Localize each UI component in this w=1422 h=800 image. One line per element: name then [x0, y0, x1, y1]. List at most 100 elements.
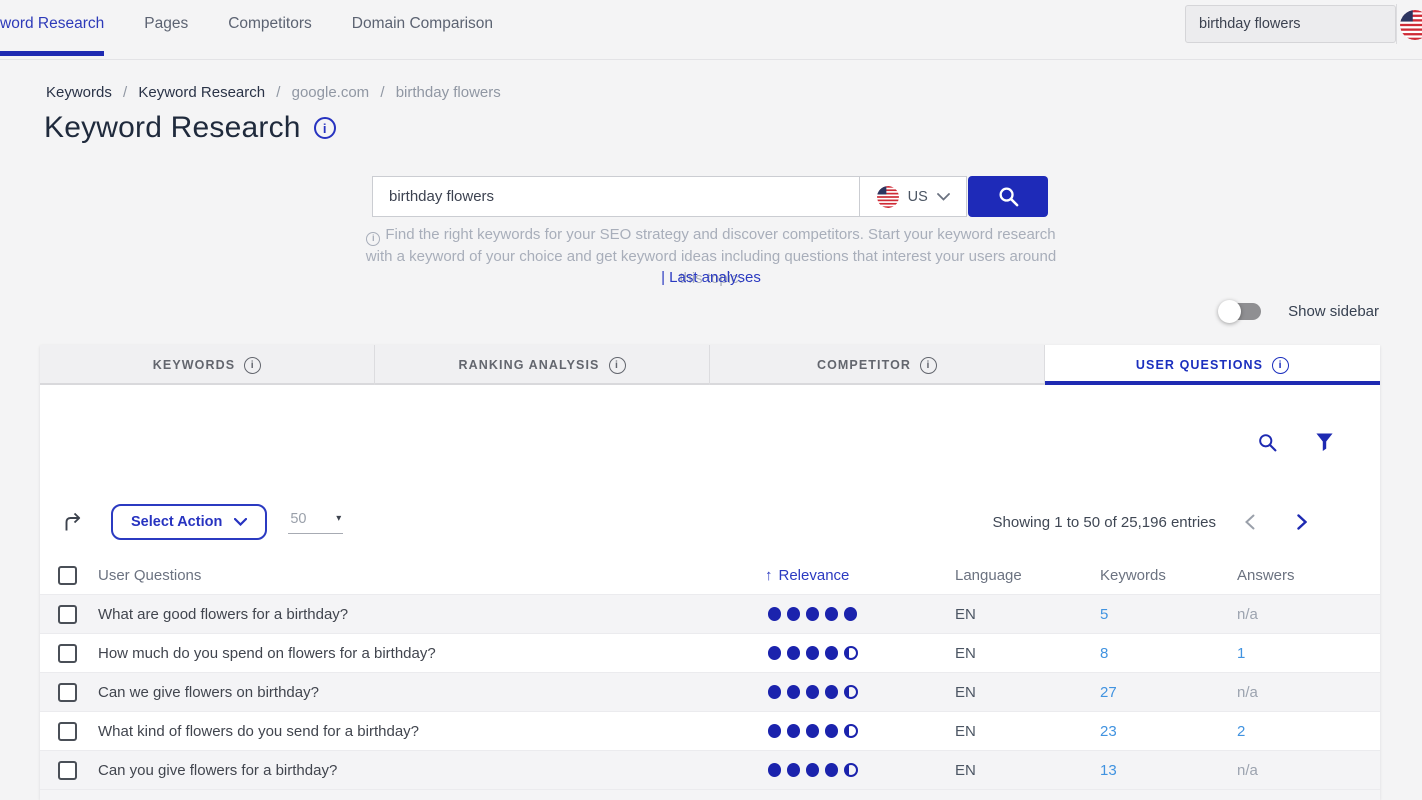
table-search-button[interactable] [1257, 432, 1278, 453]
top-navigation: word Research Pages Competitors Domain C… [0, 0, 1422, 60]
breadcrumb-separator: / [276, 84, 280, 101]
show-sidebar-toggle[interactable] [1221, 303, 1261, 320]
answers-cell: n/a [1237, 762, 1380, 779]
relevance-dot-half-icon [844, 724, 858, 738]
tab-user-questions[interactable]: USER QUESTIONS i [1045, 345, 1380, 385]
partial-next-row [40, 789, 1380, 800]
language-cell: EN [955, 723, 1100, 740]
relevance-dot-filled-icon [825, 607, 838, 621]
keywords-link[interactable]: 23 [1100, 723, 1237, 740]
header-relevance[interactable]: ↑Relevance [765, 567, 955, 584]
language-cell: EN [955, 645, 1100, 662]
title-info-icon[interactable]: i [314, 117, 336, 139]
relevance-dot-filled-icon [825, 763, 838, 777]
relevance-dot-filled-icon [768, 724, 781, 738]
breadcrumb-separator: / [123, 84, 127, 101]
row-checkbox[interactable] [58, 761, 77, 780]
keywords-link[interactable]: 13 [1100, 762, 1237, 779]
row-checkbox[interactable] [58, 605, 77, 624]
breadcrumb-domain[interactable]: google.com [292, 84, 370, 101]
tab-ranking-analysis[interactable]: RANKING ANALYSIS i [375, 345, 710, 385]
relevance-dot-filled-icon [768, 607, 781, 621]
breadcrumb-keyword: birthday flowers [396, 84, 501, 101]
tab-competitor[interactable]: COMPETITOR i [710, 345, 1045, 385]
select-action-dropdown[interactable]: Select Action [111, 504, 267, 540]
next-page-button[interactable] [1290, 514, 1314, 530]
select-action-label: Select Action [131, 514, 222, 530]
nav-search-value: birthday flowers [1199, 16, 1301, 32]
keyword-search-value: birthday flowers [389, 188, 494, 205]
user-questions-table: User Questions ↑Relevance Language Keywo… [40, 556, 1380, 800]
row-checkbox[interactable] [58, 644, 77, 663]
search-icon [997, 185, 1020, 208]
answers-cell[interactable]: 2 [1237, 723, 1380, 740]
sort-up-icon: ↑ [765, 567, 773, 584]
breadcrumb-keywords[interactable]: Keywords [46, 84, 112, 101]
caret-down-icon: ▾ [336, 513, 341, 524]
country-select[interactable]: US [859, 176, 967, 217]
select-all-checkbox[interactable] [58, 566, 77, 585]
table-row: Can you give flowers for a birthday? EN … [40, 750, 1380, 789]
results-panel: KEYWORDS i RANKING ANALYSIS i COMPETITOR… [40, 345, 1380, 800]
breadcrumb: Keywords / Keyword Research / google.com… [46, 84, 501, 101]
relevance-dot-filled-icon [768, 646, 781, 660]
answers-cell[interactable]: 1 [1237, 645, 1380, 662]
info-icon[interactable]: i [1272, 357, 1289, 374]
chevron-down-icon [937, 193, 950, 201]
tab-label: RANKING ANALYSIS [459, 358, 600, 372]
relevance-dot-filled-icon [825, 724, 838, 738]
keywords-link[interactable]: 5 [1100, 606, 1237, 623]
search-button[interactable] [968, 176, 1048, 217]
table-body: What are good flowers for a birthday? EN… [40, 594, 1380, 789]
relevance-dot-filled-icon [787, 685, 800, 699]
relevance-dots [765, 646, 955, 660]
showing-entries-text: Showing 1 to 50 of 25,196 entries [993, 514, 1217, 531]
breadcrumb-keyword-research[interactable]: Keyword Research [138, 84, 265, 101]
relevance-dot-filled-icon [806, 646, 819, 660]
header-keywords[interactable]: Keywords [1100, 567, 1237, 584]
relevance-dot-half-icon [844, 685, 858, 699]
info-icon[interactable]: i [920, 357, 937, 374]
row-checkbox[interactable] [58, 683, 77, 702]
relevance-dots [765, 763, 955, 777]
relevance-dot-filled-icon [806, 763, 819, 777]
language-cell: EN [955, 684, 1100, 701]
page-size-select[interactable]: 50 ▾ [288, 511, 343, 534]
tab-label: KEYWORDS [153, 358, 235, 372]
question-cell: How much do you spend on flowers for a b… [98, 645, 765, 662]
search-icon [1257, 432, 1278, 453]
row-checkbox[interactable] [58, 722, 77, 741]
header-user-questions[interactable]: User Questions [98, 567, 765, 584]
nav-item-domain-comparison[interactable]: Domain Comparison [352, 15, 493, 33]
sidebar-toggle-row: Show sidebar [1221, 303, 1379, 320]
info-icon[interactable]: i [244, 357, 261, 374]
tab-keywords[interactable]: KEYWORDS i [40, 345, 375, 385]
nav-item-keyword-research[interactable]: word Research [0, 15, 104, 33]
relevance-dot-half-icon [844, 763, 858, 777]
keyword-search-bar: birthday flowers US [372, 176, 1048, 217]
pagination [1238, 514, 1314, 530]
export-button[interactable] [63, 512, 84, 533]
nav-item-pages[interactable]: Pages [144, 15, 188, 33]
tab-label: USER QUESTIONS [1136, 358, 1263, 372]
relevance-dot-filled-icon [787, 607, 800, 621]
nav-country-flag-button[interactable] [1400, 10, 1422, 40]
nav-search-input[interactable]: birthday flowers [1185, 5, 1396, 43]
header-language[interactable]: Language [955, 567, 1100, 584]
keywords-link[interactable]: 27 [1100, 684, 1237, 701]
table-row: What are good flowers for a birthday? EN… [40, 594, 1380, 633]
keyword-search-input[interactable]: birthday flowers [372, 176, 859, 217]
header-answers[interactable]: Answers [1237, 567, 1380, 584]
relevance-dot-filled-icon [825, 646, 838, 660]
chevron-right-icon [1297, 514, 1307, 530]
last-analyses-link[interactable]: | Last analyses [661, 269, 761, 286]
table-row: What kind of flowers do you send for a b… [40, 711, 1380, 750]
language-cell: EN [955, 606, 1100, 623]
tab-bar: KEYWORDS i RANKING ANALYSIS i COMPETITOR… [40, 345, 1380, 385]
filter-button[interactable] [1315, 432, 1334, 452]
nav-item-competitors[interactable]: Competitors [228, 15, 312, 33]
keywords-link[interactable]: 8 [1100, 645, 1237, 662]
page-title: Keyword Research [44, 111, 301, 145]
info-icon[interactable]: i [609, 357, 626, 374]
previous-page-button[interactable] [1238, 514, 1262, 530]
